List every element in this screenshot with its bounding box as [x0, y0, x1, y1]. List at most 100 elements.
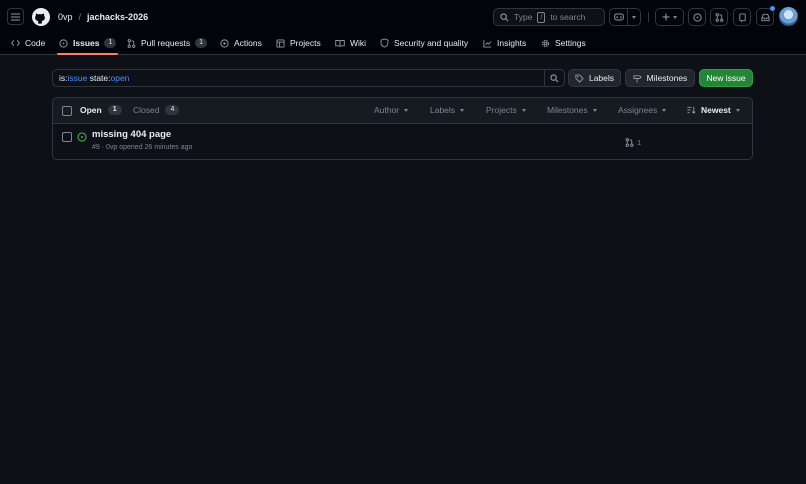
- issue-opened-icon: [77, 132, 87, 142]
- milestones-filter[interactable]: Milestones: [547, 105, 597, 115]
- github-logo-icon[interactable]: [32, 8, 50, 26]
- global-header: 0vp / jachacks-2026 Type / to search Cod…: [0, 0, 806, 55]
- chevron-down-icon: [404, 108, 409, 112]
- tab-label: Wiki: [350, 38, 367, 48]
- issue-filter-input[interactable]: is:issue state:open: [52, 69, 565, 87]
- search-shortcut-key: /: [537, 11, 546, 23]
- labels-filter[interactable]: Labels: [430, 105, 465, 115]
- issue-opened-icon: [692, 12, 702, 22]
- breadcrumb-separator: /: [78, 12, 82, 22]
- closed-label: Closed: [133, 105, 160, 115]
- shield-icon: [380, 38, 389, 48]
- notification-indicator: [770, 6, 775, 11]
- chevron-down-icon: [662, 108, 667, 112]
- copilot-button[interactable]: [610, 9, 628, 25]
- closed-issues-toggle[interactable]: Closed 4: [133, 105, 180, 115]
- issue-meta: #9 · 0vp opened 26 minutes ago: [92, 144, 193, 151]
- chevron-down-icon: [632, 15, 636, 19]
- tab-pull-requests[interactable]: Pull requests 1: [127, 32, 208, 54]
- list-item[interactable]: missing 404 page #9 · 0vp opened 26 minu…: [53, 125, 752, 159]
- code-icon: [11, 40, 20, 46]
- tab-code[interactable]: Code: [11, 32, 45, 54]
- owner-link[interactable]: 0vp: [58, 12, 73, 22]
- milestones-button-label: Milestones: [646, 73, 688, 83]
- filter-query[interactable]: is:issue state:open: [53, 73, 544, 83]
- table-icon: [276, 38, 285, 48]
- tab-label: Projects: [290, 38, 321, 48]
- tab-issues[interactable]: Issues 1: [56, 32, 119, 55]
- filter-value: open: [110, 73, 130, 83]
- milestone-icon: [633, 74, 642, 83]
- chevron-down-icon: [592, 108, 597, 112]
- chevron-down-icon: [460, 108, 465, 112]
- tab-label: Security and quality: [394, 38, 469, 48]
- global-search-input[interactable]: Type / to search: [493, 8, 605, 26]
- search-prefix: Type: [514, 12, 533, 22]
- issue-title-link[interactable]: missing 404 page: [92, 129, 171, 140]
- issues-shortcut-button[interactable]: [688, 8, 706, 26]
- pull-requests-shortcut-button[interactable]: [710, 8, 728, 26]
- closed-count: 4: [165, 105, 180, 115]
- open-issues-toggle[interactable]: Open 1: [80, 105, 122, 115]
- open-count: 1: [107, 105, 122, 115]
- sort-dropdown[interactable]: Newest: [687, 105, 740, 115]
- copilot-button-group: [609, 8, 641, 26]
- filter-label: Milestones: [547, 105, 588, 115]
- tab-counter: 1: [104, 38, 117, 48]
- tag-icon: [575, 73, 584, 83]
- filter-search-button[interactable]: [544, 70, 564, 86]
- new-issue-button-label: New issue: [706, 73, 746, 83]
- filter-label: Assignees: [618, 105, 658, 115]
- new-issue-button[interactable]: New issue: [699, 69, 753, 87]
- tab-label: Settings: [555, 38, 586, 48]
- tab-label: Insights: [497, 38, 527, 48]
- tab-wiki[interactable]: Wiki: [335, 32, 366, 54]
- milestones-button[interactable]: Milestones: [625, 69, 695, 87]
- git-pull-request-icon: [715, 12, 723, 22]
- inbox-icon: [760, 13, 770, 21]
- tab-projects[interactable]: Projects: [276, 32, 321, 54]
- chevron-down-icon: [673, 15, 677, 19]
- menu-button[interactable]: [7, 8, 24, 25]
- tab-counter: 1: [195, 38, 208, 48]
- issue-opened-icon: [59, 38, 68, 48]
- linked-pull-requests[interactable]: 1: [625, 138, 641, 147]
- labels-button[interactable]: Labels: [568, 69, 621, 87]
- repo-link[interactable]: jachacks-2026: [87, 12, 148, 22]
- filter-label: Labels: [430, 105, 456, 115]
- breadcrumb: 0vp / jachacks-2026: [58, 12, 148, 22]
- search-suffix: to search: [550, 12, 586, 22]
- tab-actions[interactable]: Actions: [220, 32, 262, 54]
- chevron-down-icon: [735, 108, 740, 112]
- labels-button-label: Labels: [588, 73, 615, 83]
- tab-label: Code: [25, 38, 46, 48]
- tab-insights[interactable]: Insights: [483, 32, 526, 54]
- assignees-filter[interactable]: Assignees: [618, 105, 667, 115]
- graph-icon: [483, 39, 492, 48]
- issues-list: Open 1 Closed 4 Author Labels Projects M…: [52, 97, 753, 160]
- repositories-button[interactable]: [733, 8, 751, 26]
- filter-label: Projects: [486, 105, 517, 115]
- plus-icon: [662, 13, 670, 21]
- linked-pr-count: 1: [637, 138, 642, 147]
- sort-desc-icon: [687, 106, 696, 114]
- avatar[interactable]: [779, 7, 798, 26]
- issue-checkbox[interactable]: [62, 132, 72, 142]
- select-all-checkbox[interactable]: [62, 106, 72, 116]
- tab-settings[interactable]: Settings: [541, 32, 586, 54]
- tab-security[interactable]: Security and quality: [380, 32, 468, 54]
- repo-icon: [738, 12, 746, 22]
- projects-filter[interactable]: Projects: [486, 105, 526, 115]
- author-filter[interactable]: Author: [374, 105, 409, 115]
- search-icon: [550, 73, 559, 82]
- filter-qualifier: is:: [59, 73, 68, 83]
- filter-label: Author: [374, 105, 400, 115]
- create-new-button[interactable]: [655, 8, 684, 26]
- sort-label: Newest: [701, 105, 731, 115]
- play-icon: [220, 38, 229, 48]
- book-icon: [335, 39, 345, 47]
- hamburger-icon: [11, 13, 20, 20]
- git-pull-request-icon: [625, 138, 634, 147]
- copilot-menu-button[interactable]: [628, 9, 640, 25]
- copilot-icon: [613, 13, 624, 21]
